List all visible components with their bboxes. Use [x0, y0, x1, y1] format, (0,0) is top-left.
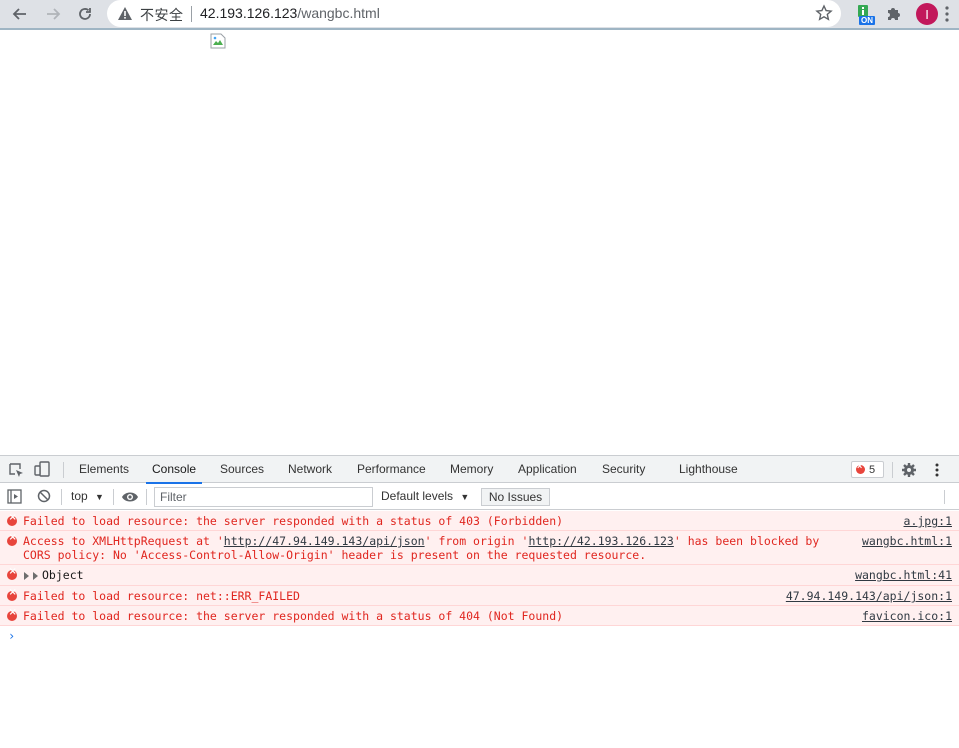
url-link[interactable]: http://47.94.149.143/api/json — [224, 534, 425, 548]
warning-icon[interactable] — [117, 6, 133, 26]
omnibox-divider — [191, 6, 192, 22]
console-error-row: Failed to load resource: the server resp… — [0, 511, 959, 531]
console-messages: Failed to load resource: the server resp… — [0, 511, 959, 626]
tab-security[interactable]: Security — [602, 456, 645, 483]
extension-on-icon[interactable]: ON — [856, 4, 876, 26]
bar-divider — [113, 489, 114, 505]
log-levels-dropdown[interactable]: Default levels ▼ — [381, 489, 469, 503]
error-count: 5 — [869, 463, 876, 476]
source-link[interactable]: a.jpg:1 — [904, 514, 952, 528]
expand-triangle-icon[interactable] — [33, 571, 38, 580]
back-button[interactable] — [9, 3, 31, 25]
message-part: ' from origin ' — [424, 534, 529, 548]
settings-gear-icon[interactable] — [901, 462, 917, 483]
tab-network[interactable]: Network — [288, 456, 332, 483]
console-error-row: Failed to load resource: net::ERR_FAILED… — [0, 586, 959, 606]
page-viewport — [0, 30, 959, 455]
source-link[interactable]: wangbc.html:1 — [862, 534, 952, 548]
address-bar[interactable]: 不安全 42.193.126.123/wangbc.html — [107, 0, 841, 27]
console-error-row: Object wangbc.html:41 — [0, 565, 959, 586]
filter-input[interactable] — [154, 487, 373, 507]
message-part: CORS policy: No 'Access-Control-Allow-Or… — [23, 548, 647, 562]
console-error-row: Failed to load resource: the server resp… — [0, 606, 959, 626]
tab-application[interactable]: Application — [518, 456, 577, 483]
url-text[interactable]: 42.193.126.123/wangbc.html — [200, 5, 380, 21]
arrow-left-icon — [12, 8, 26, 20]
error-icon — [7, 512, 17, 526]
tab-lighthouse[interactable]: Lighthouse — [679, 456, 738, 483]
security-label[interactable]: 不安全 — [140, 5, 184, 25]
message-text: Access to XMLHttpRequest at 'http://47.9… — [23, 534, 819, 562]
message-part: Access to XMLHttpRequest at ' — [23, 534, 224, 548]
error-icon — [7, 587, 17, 601]
console-error-row: Access to XMLHttpRequest at 'http://47.9… — [0, 531, 959, 565]
log-levels-label: Default levels — [381, 489, 454, 503]
bar-divider — [146, 489, 147, 505]
tabbar-divider — [63, 462, 64, 478]
inspect-element-icon[interactable] — [8, 462, 24, 483]
reload-icon — [79, 8, 91, 20]
issues-button[interactable]: No Issues — [481, 488, 550, 506]
dropdown-arrow-icon: ▼ — [95, 492, 104, 502]
error-icon — [856, 461, 865, 474]
message-part: ' has been blocked by — [673, 534, 820, 548]
source-link[interactable]: wangbc.html:41 — [855, 568, 952, 582]
device-toolbar-icon[interactable] — [34, 461, 50, 482]
tab-console[interactable]: Console — [145, 456, 203, 484]
url-host: 42.193.126.123 — [200, 5, 298, 21]
error-icon — [7, 566, 17, 580]
tabbar-divider — [892, 462, 893, 478]
browser-toolbar: 不安全 42.193.126.123/wangbc.html ON I — [0, 0, 959, 30]
reload-button[interactable] — [74, 3, 96, 25]
console-toolbar: top ▼ Default levels ▼ No Issues — [0, 484, 959, 510]
bookmark-star-icon[interactable] — [815, 4, 833, 27]
message-text: Failed to load resource: net::ERR_FAILED — [23, 589, 300, 603]
expand-triangle-icon[interactable] — [24, 571, 29, 580]
bar-divider — [944, 490, 945, 504]
bar-divider — [61, 489, 62, 505]
tab-elements[interactable]: Elements — [79, 456, 129, 483]
extension-on-badge: ON — [861, 16, 873, 25]
live-expression-eye-icon[interactable] — [121, 490, 139, 509]
tab-performance[interactable]: Performance — [357, 456, 426, 483]
url-path: /wangbc.html — [297, 5, 380, 21]
profile-avatar[interactable]: I — [916, 3, 938, 25]
source-link[interactable]: favicon.ico:1 — [862, 609, 952, 623]
dropdown-arrow-icon: ▼ — [460, 492, 470, 502]
message-text: Failed to load resource: the server resp… — [23, 514, 564, 528]
object-expander[interactable]: Object — [24, 568, 84, 582]
error-icon — [7, 532, 17, 546]
clear-console-icon[interactable] — [37, 489, 51, 508]
arrow-right-icon — [47, 8, 61, 20]
extensions-puzzle-icon[interactable] — [886, 5, 902, 26]
context-selector[interactable]: top ▼ — [71, 489, 104, 503]
sidebar-toggle-icon[interactable] — [7, 489, 22, 509]
devtools-panel: Elements Console Sources Network Perform… — [0, 455, 959, 748]
devtools-tabbar: Elements Console Sources Network Perform… — [0, 456, 959, 484]
message-text: Object — [42, 568, 84, 582]
error-count-badge[interactable]: 5 — [851, 461, 884, 478]
devtools-menu-icon[interactable] — [934, 463, 940, 482]
error-icon — [7, 607, 17, 621]
broken-image-icon — [210, 33, 226, 49]
url-link[interactable]: http://42.193.126.123 — [528, 534, 673, 548]
source-link[interactable]: 47.94.149.143/api/json:1 — [786, 589, 952, 603]
forward-button[interactable] — [42, 3, 64, 25]
tab-sources[interactable]: Sources — [220, 456, 264, 483]
context-value: top — [71, 489, 88, 503]
browser-menu-icon[interactable] — [944, 5, 950, 28]
message-text: Failed to load resource: the server resp… — [23, 609, 564, 623]
console-prompt[interactable]: › — [8, 629, 15, 643]
tab-memory[interactable]: Memory — [450, 456, 493, 483]
